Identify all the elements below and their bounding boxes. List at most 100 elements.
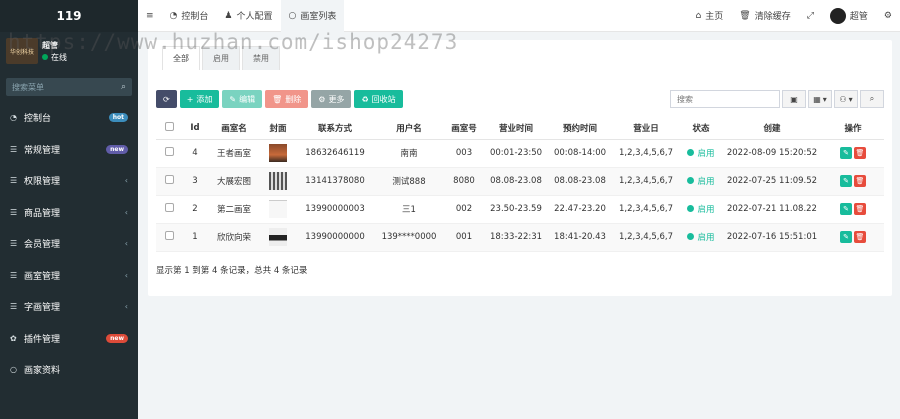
edit-button[interactable]: ✎ 编辑 (222, 90, 263, 108)
column-header[interactable]: 画室名 (208, 117, 260, 140)
sidebar-item-label: 字画管理 (24, 303, 61, 314)
list-panel: 全部 启用 禁用 ⟳ +添加 ✎编辑 🗑删除 ⚙更多 ♻回收站 ▣ ▦▾ ⚇▾ … (148, 40, 892, 296)
row-checkbox[interactable] (164, 147, 174, 156)
sidebar-item-painters[interactable]: ○ 画家资料 (0, 354, 138, 386)
row-checkbox[interactable] (164, 203, 174, 212)
chevron-left-icon: ‹ (124, 270, 128, 280)
cell-room: 8080 (444, 167, 484, 196)
sidebar-item-label: 商品管理 (24, 208, 61, 219)
sidebar-item-dashboard[interactable]: ◔ 控制台 hot (0, 102, 138, 134)
row-edit-button[interactable]: ✎ (840, 175, 852, 187)
settings-button[interactable]: ⚙ (876, 0, 900, 32)
recycle-bin-button[interactable]: ♻ 回收站 (354, 90, 403, 108)
more-button[interactable]: ⚙ 更多 (311, 90, 352, 108)
home-link[interactable]: ⌂ 主页 (688, 0, 732, 32)
status-dot-icon (687, 233, 695, 241)
column-header[interactable]: 联系方式 (296, 117, 374, 140)
row-checkbox[interactable] (164, 175, 174, 184)
tab-label: 画室列表 (300, 12, 337, 22)
tab-all[interactable]: 全部 (162, 46, 200, 70)
row-checkbox[interactable] (164, 231, 174, 240)
top-navbar: ≡ ◔ 控制台 ♟ 个人配置 ○ 画室列表 ⌂ 主页 🗑 清除缓存 ⤢ 超管 ⚙ (138, 0, 900, 32)
row-delete-button[interactable]: 🗑 (854, 203, 866, 215)
online-dot-icon (42, 54, 48, 60)
cell-hours: 23.50-23.59 (484, 195, 548, 224)
admin-name: 超管 (849, 12, 868, 22)
row-edit-button[interactable]: ✎ (840, 231, 852, 243)
status-dot-icon (687, 205, 695, 213)
column-header[interactable]: 预约时间 (548, 117, 612, 140)
row-edit-button[interactable]: ✎ (840, 147, 852, 159)
column-header[interactable]: 创建 (722, 117, 822, 140)
clear-cache-button[interactable]: 🗑 清除缓存 (731, 0, 798, 32)
menu-search-input[interactable] (12, 82, 102, 92)
table-row[interactable]: 3 大展宏图 13141378080 测试888 8080 08.08-23.0… (156, 167, 884, 196)
cover-thumbnail[interactable] (269, 172, 287, 190)
sidebar-item-goods[interactable]: ☰ 商品管理 ‹ (0, 197, 138, 229)
tab-disabled[interactable]: 禁用 (242, 46, 280, 70)
column-header[interactable]: 封面 (260, 117, 296, 140)
sidebar-item-paintings[interactable]: ☰ 字画管理 ‹ (0, 291, 138, 323)
menu-toggle-button[interactable]: ≡ (138, 0, 162, 32)
sidebar-item-studios[interactable]: ☰ 画室管理 ‹ (0, 260, 138, 292)
refresh-icon: ⟳ (163, 94, 170, 104)
row-delete-button[interactable]: 🗑 (854, 147, 866, 159)
user-panel: 华创科技 超管 在线 (0, 32, 138, 70)
table-header-row: Id 画室名 封面 联系方式 用户名 画室号 营业时间 预约时间 营业日 状态 … (156, 117, 884, 140)
sidebar-item-members[interactable]: ☰ 会员管理 ‹ (0, 228, 138, 260)
cell-room: 001 (444, 223, 484, 252)
brand-logo[interactable]: 119 (0, 0, 138, 32)
status-badge: 启用 (687, 175, 715, 187)
avatar: 华创科技 (6, 38, 38, 64)
column-header[interactable]: Id (182, 117, 208, 140)
status-text: 启用 (697, 204, 715, 215)
row-edit-button[interactable]: ✎ (840, 203, 852, 215)
row-delete-button[interactable]: 🗑 (854, 175, 866, 187)
circle-icon: ○ (288, 10, 297, 21)
sidebar-item-general[interactable]: ☰ 常规管理 new (0, 134, 138, 166)
more-label: 更多 (328, 94, 345, 104)
column-header[interactable]: 状态 (680, 117, 722, 140)
tab-enabled[interactable]: 启用 (202, 46, 240, 70)
tab-profile[interactable]: ♟ 个人配置 (216, 0, 280, 32)
cover-thumbnail[interactable] (269, 200, 287, 218)
toggle-view-button[interactable]: ▣ (782, 90, 806, 108)
trash-icon: 🗑 (739, 10, 751, 21)
column-header[interactable]: 营业日 (612, 117, 680, 140)
search-icon[interactable]: ⌕ (121, 82, 126, 92)
list-icon: ☰ (10, 302, 18, 312)
column-header: 操作 (822, 117, 884, 140)
cell-name: 第二画室 (208, 195, 260, 224)
caret-down-icon: ▾ (848, 94, 853, 104)
status-badge: 启用 (687, 203, 715, 215)
add-button[interactable]: + 添加 (179, 90, 220, 108)
pencil-icon: ✎ (229, 94, 237, 104)
row-delete-button[interactable]: 🗑 (854, 231, 866, 243)
cover-thumbnail[interactable] (269, 228, 287, 246)
advanced-search-button[interactable]: ⌕ (860, 90, 884, 108)
column-header[interactable]: 用户名 (374, 117, 444, 140)
table-row[interactable]: 1 欣欣向荣 13990000000 139****0000 001 18:33… (156, 223, 884, 252)
sidebar-item-plugins[interactable]: ✿ 插件管理 new (0, 323, 138, 355)
new-badge: new (106, 144, 128, 154)
select-all-checkbox[interactable] (164, 121, 174, 131)
table-row[interactable]: 4 王者画室 18632646119 南南 003 00:01-23:50 00… (156, 139, 884, 168)
main-content: 全部 启用 禁用 ⟳ +添加 ✎编辑 🗑删除 ⚙更多 ♻回收站 ▣ ▦▾ ⚇▾ … (148, 40, 892, 296)
table-row[interactable]: 2 第二画室 13990000003 三1 002 23.50-23.59 22… (156, 195, 884, 224)
refresh-button[interactable]: ⟳ (156, 90, 177, 108)
sidebar-item-permission[interactable]: ☰ 权限管理 ‹ (0, 165, 138, 197)
column-header[interactable]: 营业时间 (484, 117, 548, 140)
admin-menu[interactable]: 超管 (822, 0, 876, 32)
delete-button[interactable]: 🗑 删除 (265, 90, 309, 108)
recycle-label: 回收站 (371, 94, 396, 104)
table-search-input[interactable] (670, 90, 780, 108)
tab-studio-list[interactable]: ○ 画室列表 (280, 0, 345, 32)
status-badge: 启用 (687, 231, 715, 243)
export-button[interactable]: ⚇ ▾ (834, 90, 858, 108)
column-header[interactable]: 画室号 (444, 117, 484, 140)
columns-button[interactable]: ▦ ▾ (808, 90, 832, 108)
cover-thumbnail[interactable] (269, 144, 287, 162)
cell-hours: 00:01-23:50 (484, 139, 548, 168)
fullscreen-button[interactable]: ⤢ (799, 0, 822, 32)
tab-dashboard[interactable]: ◔ 控制台 (162, 0, 217, 32)
